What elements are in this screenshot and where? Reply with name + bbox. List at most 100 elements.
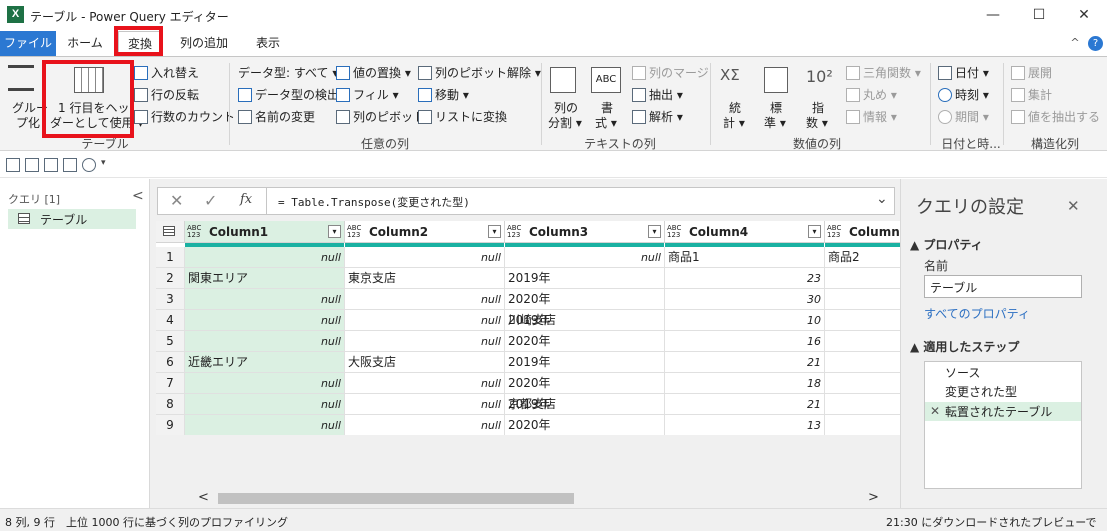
scientific-label-2[interactable]: 数 ▾: [806, 114, 828, 131]
detect-type-button[interactable]: データ型の検出: [238, 86, 339, 103]
expand-formula-icon[interactable]: ⌄: [876, 191, 888, 207]
table-cell[interactable]: 2019年: [505, 268, 665, 289]
table-cell[interactable]: [825, 310, 900, 331]
null-cell[interactable]: null: [185, 289, 345, 310]
unpivot-button[interactable]: 列のピボット解除 ▾: [418, 64, 541, 81]
table-cell[interactable]: 23: [665, 268, 825, 289]
all-properties-link[interactable]: すべてのプロパティ: [924, 305, 1030, 322]
properties-icon[interactable]: [44, 158, 58, 172]
trig-button[interactable]: 三角関数 ▾: [846, 64, 921, 81]
table-cell[interactable]: 2020年: [505, 331, 665, 352]
reverse-rows-button[interactable]: 行の反転: [134, 86, 199, 103]
table-cell[interactable]: 2020年: [505, 415, 665, 435]
step-changed-type[interactable]: 変更された型: [925, 383, 1081, 402]
group-by-label-2[interactable]: プ化: [16, 114, 40, 131]
transpose-button[interactable]: 入れ替え: [134, 64, 199, 81]
fill-button[interactable]: フィル ▾: [336, 86, 399, 103]
information-button[interactable]: 情報 ▾: [846, 108, 897, 125]
fx-icon[interactable]: fx: [240, 192, 252, 207]
applied-steps-header[interactable]: ▲ 適用したステップ: [910, 338, 1019, 355]
minimize-button[interactable]: —: [970, 2, 1016, 28]
rounding-button[interactable]: 丸め ▾: [846, 86, 897, 103]
table-cell[interactable]: null 川崎支店: [345, 310, 556, 331]
merge-columns-button[interactable]: 列のマージ: [632, 64, 709, 81]
table-cell[interactable]: 商品2: [825, 247, 900, 268]
help-icon[interactable]: ?: [1088, 36, 1103, 51]
row-number[interactable]: 3: [156, 289, 185, 310]
filter-dropdown-icon[interactable]: ▾: [328, 225, 341, 238]
table-cell[interactable]: [825, 268, 900, 289]
cancel-formula-icon[interactable]: ✕: [170, 191, 183, 210]
rename-button[interactable]: 名前の変更: [238, 108, 315, 125]
time-button[interactable]: 時刻 ▾: [938, 86, 989, 103]
count-rows-button[interactable]: 行数のカウント: [134, 108, 235, 125]
table-menu-icon[interactable]: [156, 221, 185, 243]
null-cell[interactable]: null: [185, 373, 345, 394]
split-column-label-2[interactable]: 分割 ▾: [548, 114, 582, 131]
table-cell[interactable]: 2019年: [505, 394, 665, 415]
row-number[interactable]: 2: [156, 268, 185, 289]
statistics-label-2[interactable]: 計 ▾: [723, 114, 745, 131]
row-number[interactable]: 8: [156, 394, 185, 415]
table-cell[interactable]: 21: [665, 352, 825, 373]
horizontal-scrollbar[interactable]: < >: [194, 490, 894, 506]
properties-header[interactable]: ▲ プロパティ: [910, 236, 983, 253]
extract-button[interactable]: 抽出 ▾: [632, 86, 683, 103]
export-icon[interactable]: [63, 158, 77, 172]
standard-label-2[interactable]: 準 ▾: [764, 114, 786, 131]
table-cell[interactable]: null 京都支店: [345, 394, 556, 415]
maximize-button[interactable]: ☐: [1016, 2, 1062, 28]
column-header[interactable]: ABC123 Column5: [825, 221, 900, 243]
table-cell[interactable]: 関東エリア: [185, 268, 345, 289]
row-number[interactable]: 7: [156, 373, 185, 394]
table-cell[interactable]: 近畿エリア: [185, 352, 345, 373]
null-cell[interactable]: null: [185, 247, 345, 268]
null-cell[interactable]: null: [185, 415, 345, 435]
save-icon[interactable]: [6, 158, 20, 172]
any-type-icon[interactable]: ABC 123: [507, 225, 521, 239]
null-cell[interactable]: null: [505, 247, 665, 268]
formula-input[interactable]: = Table.Transpose(変更された型): [278, 194, 470, 210]
tab-view[interactable]: 表示: [248, 31, 288, 56]
step-transposed-table[interactable]: ✕ 転置されたテーブル: [925, 402, 1081, 421]
table-cell[interactable]: [825, 352, 900, 373]
table-cell[interactable]: [825, 394, 900, 415]
step-source[interactable]: ソース: [925, 364, 1081, 383]
null-cell[interactable]: null: [185, 394, 345, 415]
table-cell[interactable]: 2019年: [505, 352, 665, 373]
any-type-icon[interactable]: ABC 123: [827, 225, 841, 239]
null-cell[interactable]: null: [185, 331, 345, 352]
table-cell[interactable]: 2020年: [505, 373, 665, 394]
date-button[interactable]: 日付 ▾: [938, 64, 989, 81]
table-cell[interactable]: 商品1: [665, 247, 825, 268]
query-item-table[interactable]: テーブル: [8, 209, 136, 229]
table-cell[interactable]: 13: [665, 415, 825, 435]
aggregate-button[interactable]: 集計: [1011, 86, 1052, 103]
any-type-icon[interactable]: ABC 123: [347, 225, 361, 239]
filter-dropdown-icon[interactable]: ▾: [808, 225, 821, 238]
scroll-left-icon[interactable]: <: [198, 490, 209, 505]
tab-file[interactable]: ファイル: [0, 31, 56, 56]
null-cell[interactable]: null: [345, 247, 505, 268]
column-header[interactable]: ABC 123 Column2 ▾: [345, 221, 505, 243]
collapse-ribbon-icon[interactable]: ^: [1068, 36, 1082, 50]
column-header[interactable]: ABC 123 Column1 ▾: [185, 221, 345, 243]
any-type-icon[interactable]: ABC 123: [187, 225, 201, 239]
extract-values-button[interactable]: 値を抽出する: [1011, 108, 1100, 125]
close-button[interactable]: ✕: [1061, 2, 1107, 28]
row-number[interactable]: 1: [156, 247, 185, 268]
scroll-right-icon[interactable]: >: [868, 490, 879, 505]
table-cell[interactable]: [825, 415, 900, 435]
close-settings-icon[interactable]: ✕: [1067, 197, 1080, 215]
table-cell[interactable]: 16: [665, 331, 825, 352]
null-cell[interactable]: null: [345, 415, 505, 435]
table-cell[interactable]: [825, 373, 900, 394]
row-number[interactable]: 5: [156, 331, 185, 352]
column-header[interactable]: ABC 123 Column3 ▾: [505, 221, 665, 243]
replace-values-button[interactable]: 値の置換 ▾: [336, 64, 411, 81]
expand-button[interactable]: 展開: [1011, 64, 1052, 81]
table-cell[interactable]: 大阪支店: [345, 352, 505, 373]
null-cell[interactable]: null: [345, 331, 505, 352]
row-number[interactable]: 6: [156, 352, 185, 373]
table-cell[interactable]: [825, 289, 900, 310]
